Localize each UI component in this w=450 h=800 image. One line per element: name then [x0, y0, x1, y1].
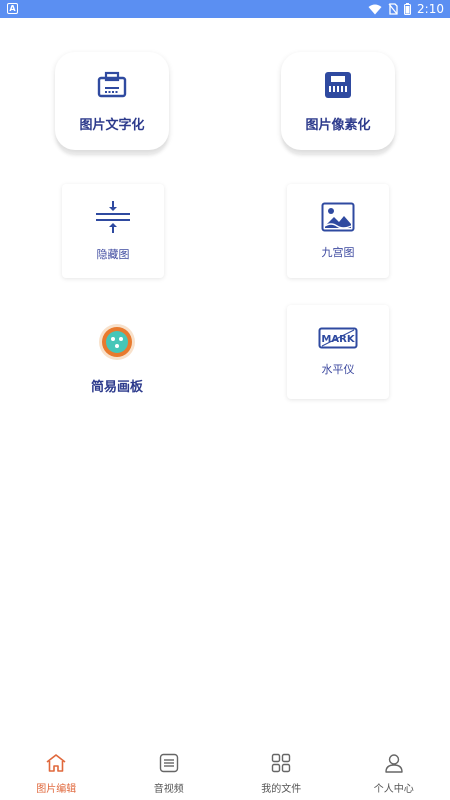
- tool-label: 九宫图: [321, 246, 355, 259]
- tool-card-drawing-board[interactable]: 简易画板: [57, 308, 177, 408]
- tool-card-level[interactable]: MARK 水平仪: [287, 305, 389, 399]
- tool-card-hidden-image[interactable]: 隐藏图: [62, 184, 164, 278]
- grid-icon: [271, 753, 291, 777]
- tool-label: 简易画板: [90, 379, 143, 395]
- text-scan-icon: [97, 70, 127, 100]
- tool-label: 隐藏图: [96, 248, 130, 261]
- tab-label: 我的文件: [261, 784, 302, 795]
- pixel-icon: [323, 70, 353, 100]
- tool-label: 图片像素化: [305, 117, 371, 133]
- tab-my-files[interactable]: 我的文件: [225, 748, 338, 800]
- status-time: 2:10: [417, 2, 444, 16]
- bottom-tab-bar: 图片编辑 音视频 我的文件 个人中心: [0, 748, 450, 800]
- user-icon: [384, 753, 404, 777]
- tab-label: 个人中心: [373, 784, 414, 795]
- tool-card-pixelate[interactable]: 图片像素化: [281, 52, 395, 150]
- tab-label: 音视频: [153, 784, 184, 795]
- tab-audio-video[interactable]: 音视频: [113, 748, 226, 800]
- status-bar: A 2:10: [0, 0, 450, 18]
- tab-image-edit[interactable]: 图片编辑: [0, 748, 113, 800]
- tool-card-image-to-text[interactable]: 图片文字化: [55, 52, 169, 150]
- tool-label: 图片文字化: [79, 117, 145, 133]
- list-icon: [159, 753, 179, 777]
- tool-card-nine-grid[interactable]: 九宫图: [287, 184, 389, 278]
- tab-profile[interactable]: 个人中心: [338, 748, 450, 800]
- mark-icon: MARK: [318, 327, 358, 349]
- home-icon: [45, 753, 67, 777]
- wifi-icon: [368, 0, 382, 19]
- image-icon: [321, 202, 355, 232]
- battery-icon: [404, 0, 412, 19]
- palette-icon: [97, 322, 137, 362]
- app-notification-icon: A: [7, 3, 18, 14]
- tab-label: 图片编辑: [36, 784, 77, 795]
- status-indicators: 2:10: [368, 0, 444, 18]
- compress-icon: [94, 200, 132, 234]
- no-sim-icon: [388, 0, 398, 19]
- tool-label: 水平仪: [321, 363, 355, 376]
